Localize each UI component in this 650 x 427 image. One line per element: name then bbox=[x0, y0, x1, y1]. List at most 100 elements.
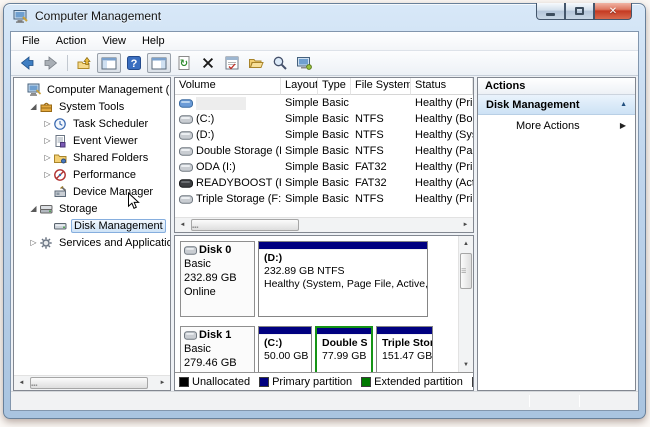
disk-vertical-scrollbar[interactable]: ▲ ☰ ▼ bbox=[458, 236, 473, 372]
volume-type: Basic bbox=[322, 129, 349, 141]
disk1-partition-triple-storage[interactable]: Triple Stor 151.47 GB N bbox=[376, 326, 433, 372]
find-icon bbox=[273, 56, 287, 70]
refresh-button[interactable]: ↻ bbox=[173, 53, 195, 73]
svg-text:?: ? bbox=[131, 58, 138, 70]
disk-size: 279.46 GB bbox=[184, 357, 237, 369]
tree-item-disk-management[interactable]: Disk Management bbox=[14, 217, 170, 234]
services-gear-icon bbox=[40, 236, 52, 249]
scrollbar-thumb[interactable]: ▪▪▪ bbox=[191, 219, 299, 231]
scroll-right-icon[interactable]: ► bbox=[458, 218, 473, 232]
column-header-layout[interactable]: Layout bbox=[281, 78, 318, 95]
find-button[interactable] bbox=[269, 53, 291, 73]
primary-partition-bar bbox=[377, 327, 432, 335]
expander-expanded-icon[interactable]: ◢ bbox=[28, 204, 39, 213]
column-header-status[interactable]: Status bbox=[411, 78, 473, 95]
help-button[interactable]: ? bbox=[123, 53, 145, 73]
tree-item-storage[interactable]: ◢ Storage bbox=[14, 200, 170, 217]
disk1-partition-c[interactable]: (C:) 50.00 GB N bbox=[258, 326, 312, 372]
scrollbar-thumb[interactable]: ☰ bbox=[460, 253, 472, 289]
tree-item-computer-management[interactable]: Computer Management (Local bbox=[14, 81, 170, 98]
tree-item-label: Event Viewer bbox=[73, 134, 138, 147]
volume-row[interactable]: (D:) Simple Basic NTFS Healthy (Syste bbox=[175, 127, 473, 143]
partition-label: Double S bbox=[322, 337, 368, 349]
show-console-tree-button[interactable] bbox=[97, 53, 121, 73]
expander-expanded-icon[interactable]: ◢ bbox=[28, 102, 39, 111]
title-bar[interactable]: Computer Management ✕ bbox=[4, 3, 645, 28]
maximize-button[interactable] bbox=[565, 3, 594, 20]
tree-item-task-scheduler[interactable]: ▷ Task Scheduler bbox=[14, 115, 170, 132]
volume-row[interactable]: Double Storage (E:) Simple Basic NTFS He… bbox=[175, 143, 473, 159]
show-action-pane-button[interactable] bbox=[147, 53, 171, 73]
statusbar-separator bbox=[579, 395, 580, 407]
actions-section-disk-management[interactable]: Disk Management ▲ bbox=[478, 95, 635, 115]
volume-layout: Simple bbox=[285, 161, 318, 173]
scrollbar-thumb[interactable]: ▪▪▪ bbox=[30, 377, 148, 389]
disk1-partition-double-storage[interactable]: Double S 77.99 GB bbox=[315, 326, 373, 372]
volume-row[interactable]: Simple Basic Healthy (Prima bbox=[175, 95, 473, 111]
toolbox-icon bbox=[40, 102, 52, 112]
volume-row[interactable]: Triple Storage (F:) Simple Basic NTFS He… bbox=[175, 191, 473, 207]
tree-item-services-and-applications[interactable]: ▷ Services and Applications bbox=[14, 234, 170, 251]
menu-view[interactable]: View bbox=[94, 34, 134, 48]
expander-collapsed-icon[interactable]: ▷ bbox=[42, 119, 53, 128]
tree-horizontal-scrollbar[interactable]: ◄ ▪▪▪ ► bbox=[14, 375, 170, 390]
statusbar-separator bbox=[529, 395, 530, 407]
volume-status: Healthy (Page bbox=[415, 145, 473, 157]
primary-partition-bar bbox=[259, 242, 427, 250]
menu-file[interactable]: File bbox=[14, 34, 48, 48]
scroll-left-icon[interactable]: ◄ bbox=[175, 218, 190, 232]
disk0-info-box[interactable]: Disk 0 Basic 232.89 GB Online bbox=[180, 241, 255, 317]
computer-button[interactable] bbox=[293, 53, 315, 73]
expander-collapsed-icon[interactable]: ▷ bbox=[42, 136, 53, 145]
open-icon bbox=[249, 59, 264, 68]
legend-free-space: Free sp bbox=[471, 376, 473, 388]
forward-button[interactable] bbox=[40, 53, 62, 73]
menu-help[interactable]: Help bbox=[134, 34, 173, 48]
up-level-button[interactable] bbox=[73, 53, 95, 73]
collapse-icon[interactable]: ▲ bbox=[620, 101, 627, 108]
expander-collapsed-icon[interactable]: ▷ bbox=[28, 238, 39, 247]
volume-row[interactable]: ODA (I:) Simple Basic FAT32 Healthy (Pri… bbox=[175, 159, 473, 175]
open-button[interactable] bbox=[245, 53, 267, 73]
column-header-volume[interactable]: Volume bbox=[175, 78, 281, 95]
tree-item-label: Storage bbox=[59, 202, 98, 215]
minimize-button[interactable] bbox=[536, 3, 565, 20]
more-actions-item[interactable]: More Actions ▶ bbox=[478, 115, 635, 136]
volume-type: Basic bbox=[322, 161, 349, 173]
tree-item-event-viewer[interactable]: ▷ Event Viewer bbox=[14, 132, 170, 149]
scroll-left-icon[interactable]: ◄ bbox=[14, 376, 29, 390]
volume-horizontal-scrollbar[interactable]: ◄ ▪▪▪ ► bbox=[175, 217, 473, 232]
disk-kind: Basic bbox=[184, 343, 211, 355]
properties-button[interactable] bbox=[221, 53, 243, 73]
tree-item-performance[interactable]: ▷ Performance bbox=[14, 166, 170, 183]
volume-name-placeholder bbox=[196, 96, 246, 110]
scroll-up-icon[interactable]: ▲ bbox=[459, 236, 473, 251]
column-header-file-system[interactable]: File System bbox=[351, 78, 411, 95]
drive-icon-dark bbox=[179, 178, 193, 188]
tree-item-system-tools[interactable]: ◢ System Tools bbox=[14, 98, 170, 115]
delete-button[interactable] bbox=[197, 53, 219, 73]
scroll-down-icon[interactable]: ▼ bbox=[459, 357, 473, 372]
expander-collapsed-icon[interactable]: ▷ bbox=[42, 153, 53, 162]
disk1-info-box[interactable]: Disk 1 Basic 279.46 GB bbox=[180, 326, 255, 372]
partition-legend: Unallocated Primary partition Extended p… bbox=[175, 372, 473, 390]
disk-icon bbox=[54, 222, 67, 229]
menu-action[interactable]: Action bbox=[48, 34, 95, 48]
volume-name: (D:) bbox=[196, 129, 215, 141]
tree-item-shared-folders[interactable]: ▷ Shared Folders bbox=[14, 149, 170, 166]
scroll-right-icon[interactable]: ► bbox=[155, 376, 170, 390]
thumb-grip: ☰ bbox=[461, 269, 467, 275]
volume-row[interactable]: (C:) Simple Basic NTFS Healthy (Boot, bbox=[175, 111, 473, 127]
volume-type: Basic bbox=[322, 113, 349, 125]
volume-fs: NTFS bbox=[355, 193, 384, 205]
tree-item-device-manager[interactable]: Device Manager bbox=[14, 183, 170, 200]
back-button[interactable] bbox=[16, 53, 38, 73]
partition-size: 151.47 GB N bbox=[382, 350, 432, 362]
disk0-partition-d[interactable]: (D:) 232.89 GB NTFS Healthy (System, Pag… bbox=[258, 241, 428, 317]
minimize-icon bbox=[546, 12, 555, 16]
close-button[interactable]: ✕ bbox=[594, 3, 632, 20]
disk-row-1: Disk 1 Basic 279.46 GB (C:) 50.00 GB N bbox=[180, 326, 458, 372]
expander-collapsed-icon[interactable]: ▷ bbox=[42, 170, 53, 179]
volume-row[interactable]: READYBOOST (H:) Simple Basic FAT32 Healt… bbox=[175, 175, 473, 191]
column-header-type[interactable]: Type bbox=[318, 78, 351, 95]
